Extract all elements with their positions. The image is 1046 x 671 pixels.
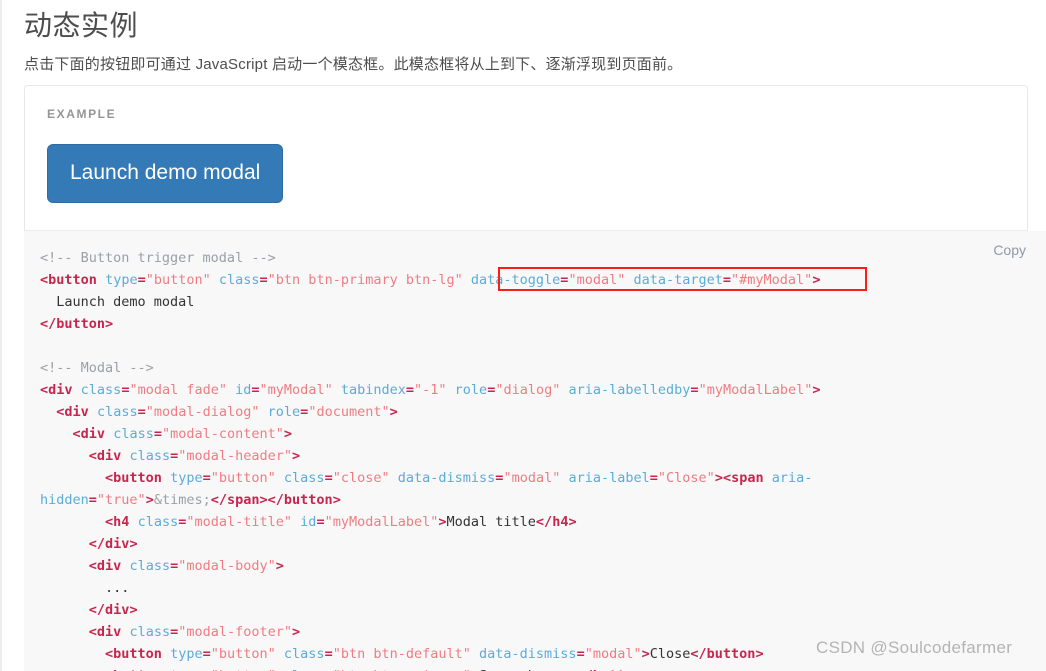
- code-snippet[interactable]: <!-- Button trigger modal --> <button ty…: [24, 231, 1046, 671]
- copy-button[interactable]: Copy: [993, 242, 1026, 258]
- launch-demo-modal-button[interactable]: Launch demo modal: [47, 144, 284, 203]
- page-subtitle: 点击下面的按钮即可通过 JavaScript 启动一个模态框。此模态框将从上到下…: [24, 56, 683, 74]
- example-label: EXAMPLE: [47, 107, 117, 121]
- example-preview-panel: EXAMPLE Launch demo modal: [24, 85, 1028, 231]
- page-title: 动态实例: [24, 10, 139, 41]
- code-sample-block: Copy <!-- Button trigger modal --> <butt…: [24, 231, 1046, 671]
- watermark-text: CSDN @Soulcodefarmer: [816, 638, 1013, 657]
- page-root: 动态实例 点击下面的按钮即可通过 JavaScript 启动一个模态框。此模态框…: [0, 0, 1046, 671]
